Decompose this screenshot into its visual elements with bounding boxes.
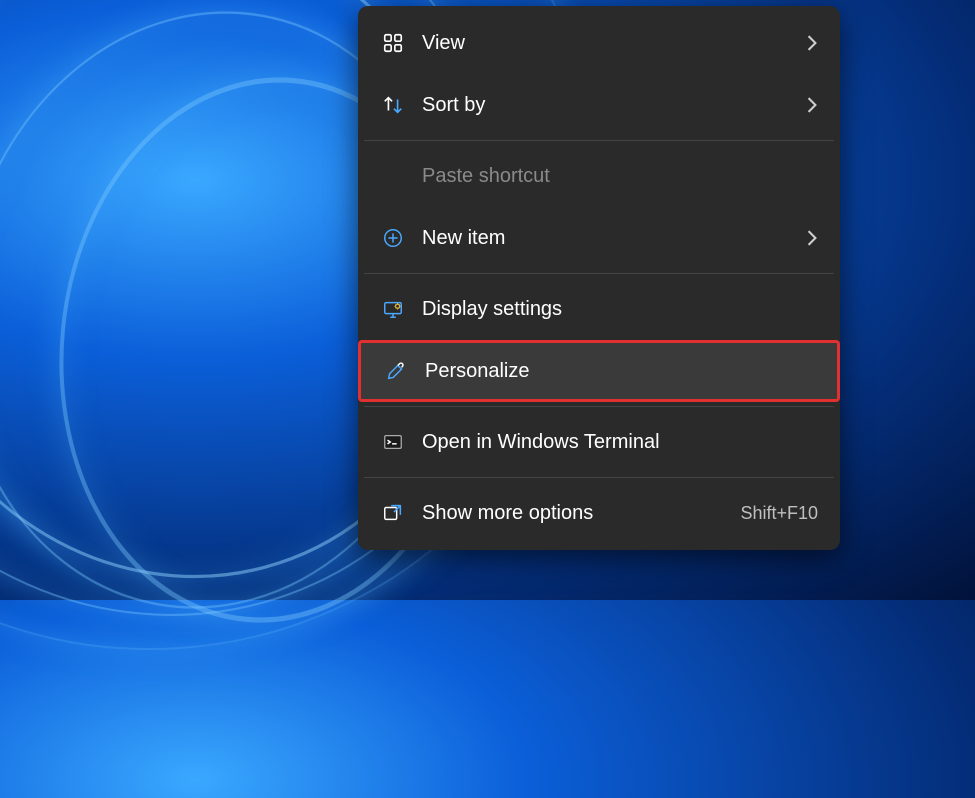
- plus-circle-icon: [380, 225, 406, 251]
- show-more-icon: [380, 500, 406, 526]
- desktop-context-menu: View Sort by Paste shortcut New item: [358, 6, 840, 550]
- blank-icon: [380, 163, 406, 189]
- chevron-right-icon: [806, 35, 818, 51]
- paintbrush-icon: [383, 358, 409, 384]
- menu-separator: [364, 477, 834, 478]
- keyboard-shortcut: Shift+F10: [740, 503, 818, 524]
- menu-label: Personalize: [425, 360, 815, 383]
- terminal-icon: [380, 429, 406, 455]
- menu-separator: [364, 273, 834, 274]
- view-icon: [380, 30, 406, 56]
- menu-item-view[interactable]: View: [358, 12, 840, 74]
- menu-label: New item: [422, 227, 806, 250]
- menu-label: Paste shortcut: [422, 165, 818, 188]
- menu-separator: [364, 140, 834, 141]
- display-settings-icon: [380, 296, 406, 322]
- menu-item-display-settings[interactable]: Display settings: [358, 278, 840, 340]
- menu-item-open-terminal[interactable]: Open in Windows Terminal: [358, 411, 840, 473]
- menu-item-new[interactable]: New item: [358, 207, 840, 269]
- menu-item-sort-by[interactable]: Sort by: [358, 74, 840, 136]
- menu-label: Show more options: [422, 502, 740, 525]
- menu-label: Sort by: [422, 94, 806, 117]
- menu-separator: [364, 406, 834, 407]
- menu-item-personalize[interactable]: Personalize: [358, 340, 840, 402]
- menu-label: Display settings: [422, 298, 818, 321]
- chevron-right-icon: [806, 97, 818, 113]
- menu-label: View: [422, 32, 806, 55]
- menu-item-paste-shortcut: Paste shortcut: [358, 145, 840, 207]
- menu-item-show-more-options[interactable]: Show more options Shift+F10: [358, 482, 840, 544]
- chevron-right-icon: [806, 230, 818, 246]
- menu-label: Open in Windows Terminal: [422, 431, 818, 454]
- sort-icon: [380, 92, 406, 118]
